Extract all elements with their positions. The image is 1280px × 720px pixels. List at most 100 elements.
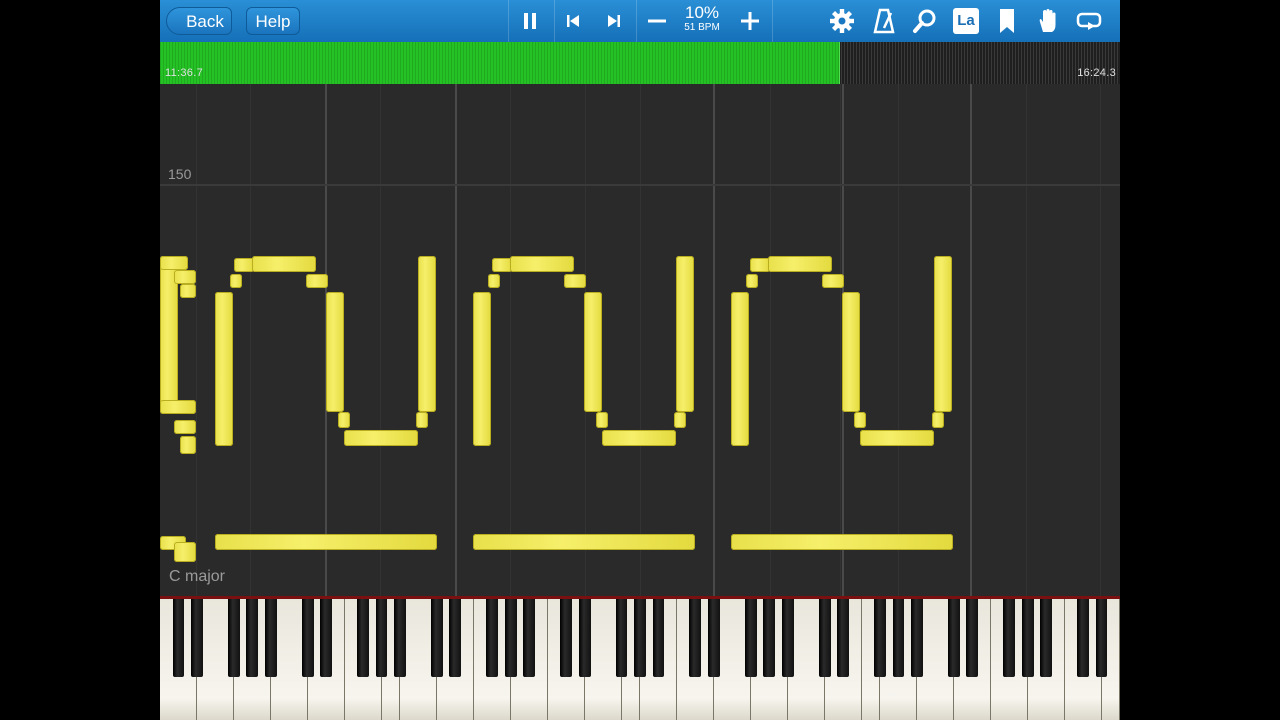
note xyxy=(306,274,328,288)
black-key[interactable] xyxy=(763,599,776,677)
note xyxy=(932,412,944,428)
black-key[interactable] xyxy=(578,599,591,677)
lane-line xyxy=(250,84,251,596)
black-key[interactable] xyxy=(394,599,406,677)
black-key[interactable] xyxy=(1040,599,1053,677)
black-key[interactable] xyxy=(874,599,886,677)
song-progress-bar[interactable]: 11:36.7 16:24.3 xyxy=(160,42,1120,84)
black-key[interactable] xyxy=(1095,599,1108,677)
plus-icon[interactable] xyxy=(734,5,766,37)
note xyxy=(564,274,586,288)
lane-line xyxy=(898,84,899,596)
label-icon[interactable]: La xyxy=(950,5,982,37)
black-key[interactable] xyxy=(634,599,646,677)
speed-display: 10% 51 BPM xyxy=(678,4,726,34)
toolbar: Back Help 10% 51 BPM La xyxy=(160,0,1120,43)
help-button[interactable]: Help xyxy=(246,7,300,35)
black-key[interactable] xyxy=(246,599,259,677)
lane-line xyxy=(840,84,841,596)
black-key[interactable] xyxy=(191,599,203,677)
black-key[interactable] xyxy=(1077,599,1089,677)
note xyxy=(731,534,953,550)
black-key[interactable] xyxy=(837,599,849,677)
piano-keyboard[interactable] xyxy=(160,596,1120,720)
bookmark-icon[interactable] xyxy=(991,5,1023,37)
black-key[interactable] xyxy=(486,599,499,677)
black-key[interactable] xyxy=(744,599,757,677)
black-key[interactable] xyxy=(264,599,277,677)
octave-line xyxy=(455,84,457,596)
black-key[interactable] xyxy=(947,599,960,677)
black-key[interactable] xyxy=(227,599,240,677)
black-key[interactable] xyxy=(375,599,388,677)
note xyxy=(676,256,694,412)
note xyxy=(768,256,832,272)
note xyxy=(596,412,608,428)
note xyxy=(230,274,242,288)
black-key[interactable] xyxy=(892,599,905,677)
note xyxy=(416,412,428,428)
note xyxy=(344,430,418,446)
magnifier-icon[interactable] xyxy=(909,5,941,37)
black-key[interactable] xyxy=(560,599,573,677)
label-icon-text: La xyxy=(953,8,979,34)
note xyxy=(674,412,686,428)
black-key[interactable] xyxy=(689,599,702,677)
current-time: 11:36.7 xyxy=(165,67,203,79)
minus-icon[interactable] xyxy=(641,5,673,37)
black-key[interactable] xyxy=(1003,599,1016,677)
lane-line xyxy=(1026,84,1027,596)
toolbar-separator xyxy=(636,0,637,42)
black-key[interactable] xyxy=(911,599,923,677)
gear-icon[interactable] xyxy=(826,5,858,37)
black-key[interactable] xyxy=(966,599,979,677)
black-key[interactable] xyxy=(301,599,314,677)
note xyxy=(934,256,952,412)
black-key[interactable] xyxy=(357,599,369,677)
note xyxy=(750,258,770,272)
note xyxy=(326,292,344,412)
synthesia-app: Back Help 10% 51 BPM La 11:36.7 16:24.3 … xyxy=(160,0,1120,720)
metronome-icon[interactable] xyxy=(868,5,900,37)
note xyxy=(174,270,196,284)
black-key[interactable] xyxy=(449,599,462,677)
note xyxy=(510,256,574,272)
progress-played xyxy=(160,42,840,84)
black-key[interactable] xyxy=(652,599,665,677)
lane-line xyxy=(1100,84,1101,596)
black-key[interactable] xyxy=(707,599,720,677)
black-key[interactable] xyxy=(523,599,536,677)
black-key[interactable] xyxy=(818,599,831,677)
black-key[interactable] xyxy=(431,599,443,677)
black-key[interactable] xyxy=(504,599,517,677)
lane-line xyxy=(196,84,197,596)
back-button[interactable]: Back xyxy=(166,7,232,35)
black-key[interactable] xyxy=(320,599,333,677)
octave-line xyxy=(970,84,972,596)
note xyxy=(602,430,676,446)
speed-percent: 10% xyxy=(684,3,720,22)
previous-icon[interactable] xyxy=(557,5,589,37)
loop-icon[interactable] xyxy=(1073,5,1105,37)
black-key[interactable] xyxy=(781,599,794,677)
black-key[interactable] xyxy=(615,599,628,677)
note xyxy=(338,412,350,428)
note xyxy=(731,292,749,446)
key-signature: C major xyxy=(169,568,226,585)
note-waterfall: 150 C major xyxy=(160,84,1120,596)
next-icon[interactable] xyxy=(598,5,630,37)
black-key[interactable] xyxy=(172,599,185,677)
toolbar-separator xyxy=(554,0,555,42)
speed-bpm: 51 BPM xyxy=(684,22,720,33)
note xyxy=(488,274,500,288)
note xyxy=(860,430,934,446)
black-key[interactable] xyxy=(1021,599,1034,677)
hand-icon[interactable] xyxy=(1032,5,1064,37)
note xyxy=(473,292,491,446)
toolbar-separator xyxy=(508,0,509,42)
note xyxy=(252,256,316,272)
pause-icon[interactable] xyxy=(514,5,546,37)
note xyxy=(418,256,436,412)
note xyxy=(160,400,196,414)
total-time: 16:24.3 xyxy=(1077,67,1116,79)
